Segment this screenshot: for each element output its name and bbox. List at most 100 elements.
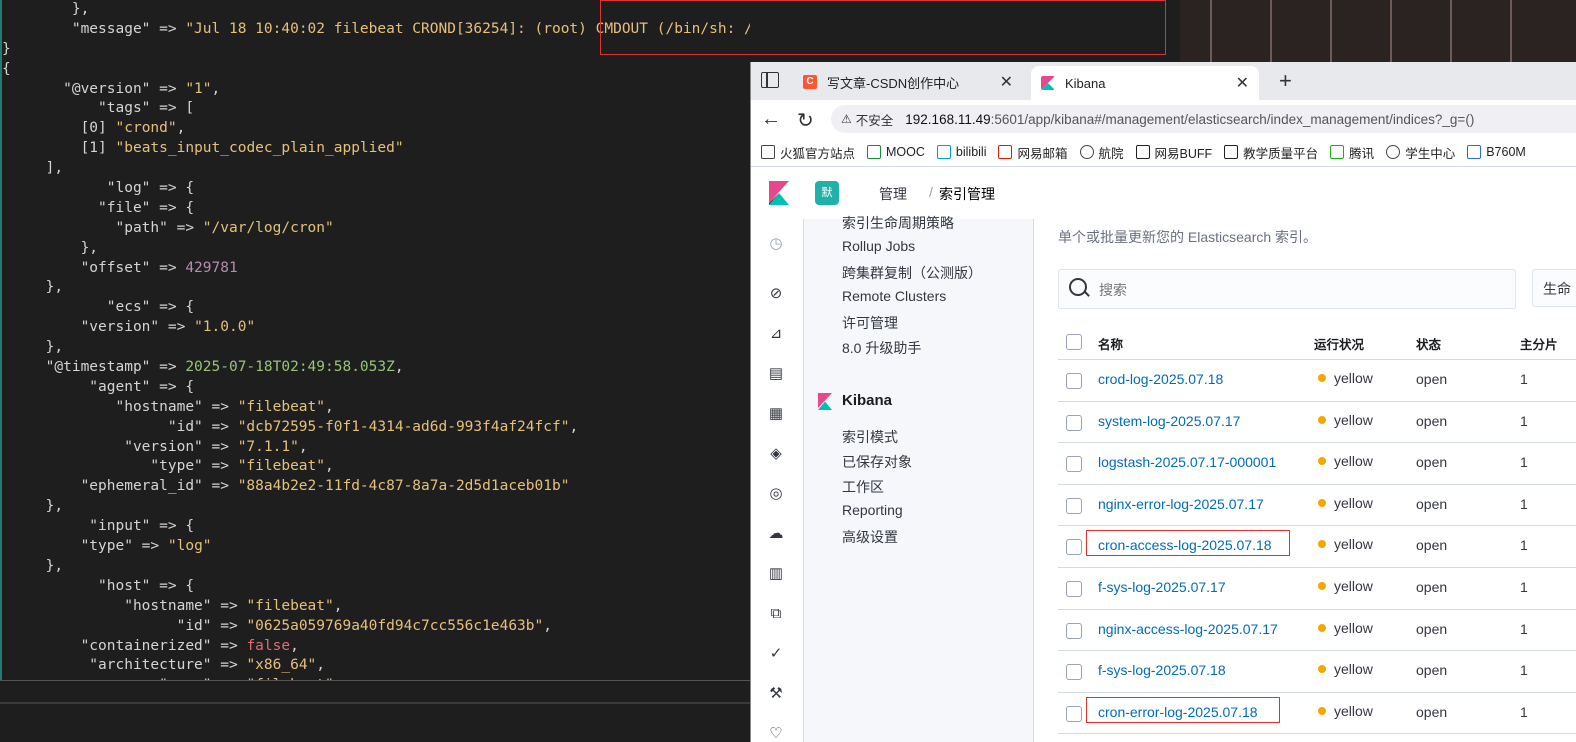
bilibili-icon bbox=[936, 145, 951, 159]
terminal-text: }, bbox=[2, 498, 64, 515]
row-checkbox[interactable] bbox=[1066, 705, 1082, 722]
sidebar-item-spaces[interactable]: 工作区 bbox=[842, 477, 884, 497]
sidebar-item-upgrade-assistant[interactable]: 8.0 升级助手 bbox=[842, 338, 921, 358]
tab-csdn[interactable]: C 写文章-CSDN创作中心 ✕ bbox=[793, 66, 1023, 98]
tab-bar: C 写文章-CSDN创作中心 ✕ Kibana ✕ + bbox=[751, 62, 1576, 100]
monitoring-icon[interactable]: ♡ bbox=[767, 725, 785, 742]
shards-cell: 1 bbox=[1520, 620, 1528, 637]
health-value: yellow bbox=[1334, 453, 1373, 470]
row-checkbox[interactable] bbox=[1066, 456, 1082, 473]
table-row: nginx-error-log-2025.07.17 yellow open 1 bbox=[1058, 485, 1576, 527]
tab-kibana[interactable]: Kibana ✕ bbox=[1031, 66, 1259, 100]
search-input[interactable] bbox=[1097, 270, 1501, 310]
column-shards[interactable]: 主分片 bbox=[1520, 334, 1558, 353]
maps-icon[interactable]: ◈ bbox=[767, 445, 785, 463]
search-box[interactable] bbox=[1058, 269, 1516, 310]
terminal-text: "agent" => { bbox=[2, 378, 195, 395]
index-name-link[interactable]: f-sys-log-2025.07.17 bbox=[1098, 579, 1226, 595]
close-icon[interactable]: ✕ bbox=[1236, 73, 1249, 93]
new-tab-icon[interactable]: + bbox=[1279, 68, 1292, 94]
sidebar-item-reporting[interactable]: Reporting bbox=[842, 502, 903, 518]
discover-icon[interactable]: ⊘ bbox=[767, 285, 785, 303]
kibana-logo-icon[interactable] bbox=[769, 181, 789, 205]
reload-icon[interactable]: ↻ bbox=[797, 108, 814, 133]
row-checkbox[interactable] bbox=[1066, 539, 1082, 556]
warning-icon[interactable]: ⚠ bbox=[841, 112, 852, 126]
index-name-link[interactable]: cron-error-log-2025.07.18 bbox=[1098, 704, 1258, 720]
health-dot-icon bbox=[1318, 665, 1326, 674]
bookmark-item[interactable]: 腾讯 bbox=[1330, 143, 1374, 162]
bookmark-item[interactable]: 网易邮箱 bbox=[998, 143, 1068, 162]
row-checkbox[interactable] bbox=[1066, 580, 1082, 597]
index-name-link[interactable]: nginx-error-log-2025.07.17 bbox=[1098, 496, 1264, 512]
column-health[interactable]: 运行状况 bbox=[1314, 334, 1364, 353]
devtools-icon[interactable]: ⚒ bbox=[767, 685, 785, 703]
terminal-text: "version" => bbox=[2, 438, 238, 455]
sidebar-item-index-patterns[interactable]: 索引模式 bbox=[842, 427, 898, 447]
recent-icon[interactable]: ◷ bbox=[767, 235, 785, 253]
bookmark-item[interactable]: MOOC bbox=[867, 145, 925, 159]
sidebar-item-saved-objects[interactable]: 已保存对象 bbox=[842, 452, 912, 472]
status-cell: open bbox=[1416, 371, 1448, 387]
bookmark-item[interactable]: 学生中心 bbox=[1386, 143, 1455, 162]
canvas-icon[interactable]: ▦ bbox=[767, 405, 785, 423]
ml-icon[interactable]: ◎ bbox=[767, 485, 785, 503]
sidebar-item-rollup-jobs[interactable]: Rollup Jobs bbox=[842, 238, 915, 254]
column-name[interactable]: 名称 bbox=[1098, 334, 1123, 353]
logs-icon[interactable]: ▥ bbox=[767, 565, 785, 583]
bookmark-item[interactable]: 网易BUFF bbox=[1135, 143, 1212, 162]
index-name-link[interactable]: crod-log-2025.07.18 bbox=[1098, 371, 1223, 387]
terminal-window[interactable]: }, "message" => "Jul 18 10:40:02 filebea… bbox=[0, 0, 750, 742]
health-value: yellow bbox=[1334, 411, 1373, 428]
bookmark-item[interactable]: B760M bbox=[1467, 145, 1526, 159]
uptime-icon[interactable]: ✓ bbox=[767, 645, 785, 663]
bookmark-item[interactable]: 教学质量平台 bbox=[1224, 143, 1318, 162]
terminal-text: [1] bbox=[2, 140, 116, 157]
health-cell: yellow bbox=[1314, 578, 1373, 594]
index-name-link[interactable]: f-sys-log-2025.07.18 bbox=[1098, 662, 1226, 678]
shards-cell: 1 bbox=[1520, 537, 1528, 554]
index-name-link[interactable]: logstash-2025.07.17-000001 bbox=[1098, 454, 1276, 470]
sidebar-item-ccr[interactable]: 跨集群复制（公测版） bbox=[842, 263, 982, 283]
row-checkbox[interactable] bbox=[1066, 497, 1082, 514]
terminal-text: , bbox=[316, 657, 326, 674]
sidebar-item-advanced-settings[interactable]: 高级设置 bbox=[842, 527, 898, 547]
table-row: cron-error-log-2025.07.18 yellow open 1 bbox=[1058, 693, 1576, 735]
bookmark-item[interactable]: 火狐官方站点 bbox=[761, 143, 855, 162]
visualize-icon[interactable]: ⊿ bbox=[767, 325, 785, 343]
bookmark-item[interactable]: 航院 bbox=[1079, 143, 1124, 162]
sidebar-item-ilm[interactable]: 索引生命周期策略 bbox=[842, 213, 954, 233]
row-checkbox[interactable] bbox=[1066, 622, 1082, 639]
close-icon[interactable]: ✕ bbox=[1000, 72, 1013, 92]
sidebar-item-license[interactable]: 许可管理 bbox=[842, 313, 898, 333]
sidebar-toggle-icon[interactable] bbox=[761, 72, 779, 88]
sidebar-item-remote-clusters[interactable]: Remote Clusters bbox=[842, 288, 946, 304]
insecure-label[interactable]: 不安全 bbox=[856, 110, 894, 129]
index-name-link[interactable]: system-log-2025.07.17 bbox=[1098, 413, 1240, 429]
health-value: yellow bbox=[1334, 702, 1373, 719]
index-name-link[interactable]: nginx-access-log-2025.07.17 bbox=[1098, 621, 1278, 637]
address-bar[interactable]: ⚠ 不安全 192.168.11.49:5601/app/kibana#/man… bbox=[831, 105, 1576, 133]
row-checkbox[interactable] bbox=[1066, 414, 1082, 431]
infrastructure-icon[interactable]: ☁ bbox=[767, 525, 785, 543]
health-cell: yellow bbox=[1314, 620, 1373, 636]
terminal-text: "version" => bbox=[2, 319, 195, 336]
apm-icon[interactable]: ⧉ bbox=[767, 605, 785, 623]
row-checkbox[interactable] bbox=[1066, 664, 1082, 681]
back-icon[interactable]: ← bbox=[761, 108, 781, 131]
terminal-input-area[interactable] bbox=[0, 680, 750, 742]
terminal-line: "host" => { bbox=[0, 577, 750, 597]
row-checkbox[interactable] bbox=[1066, 373, 1082, 389]
terminal-line: "ephemeral_id" => "88a4b2e2-11fd-4c87-8a… bbox=[0, 477, 750, 497]
mooc-icon bbox=[867, 145, 882, 159]
terminal-line: "version" => "7.1.1", bbox=[0, 438, 750, 458]
breadcrumb-management[interactable]: 管理 bbox=[879, 184, 907, 204]
select-all-checkbox[interactable] bbox=[1066, 334, 1082, 350]
column-status[interactable]: 状态 bbox=[1416, 334, 1441, 353]
space-avatar[interactable]: 默 bbox=[815, 181, 839, 205]
lifecycle-filter-button[interactable]: 生命 bbox=[1532, 269, 1576, 307]
index-name-link[interactable]: cron-access-log-2025.07.18 bbox=[1098, 537, 1272, 553]
bookmark-item[interactable]: bilibili bbox=[936, 145, 986, 159]
bookmark-label: 腾讯 bbox=[1349, 146, 1375, 161]
dashboard-icon[interactable]: ▤ bbox=[767, 365, 785, 383]
